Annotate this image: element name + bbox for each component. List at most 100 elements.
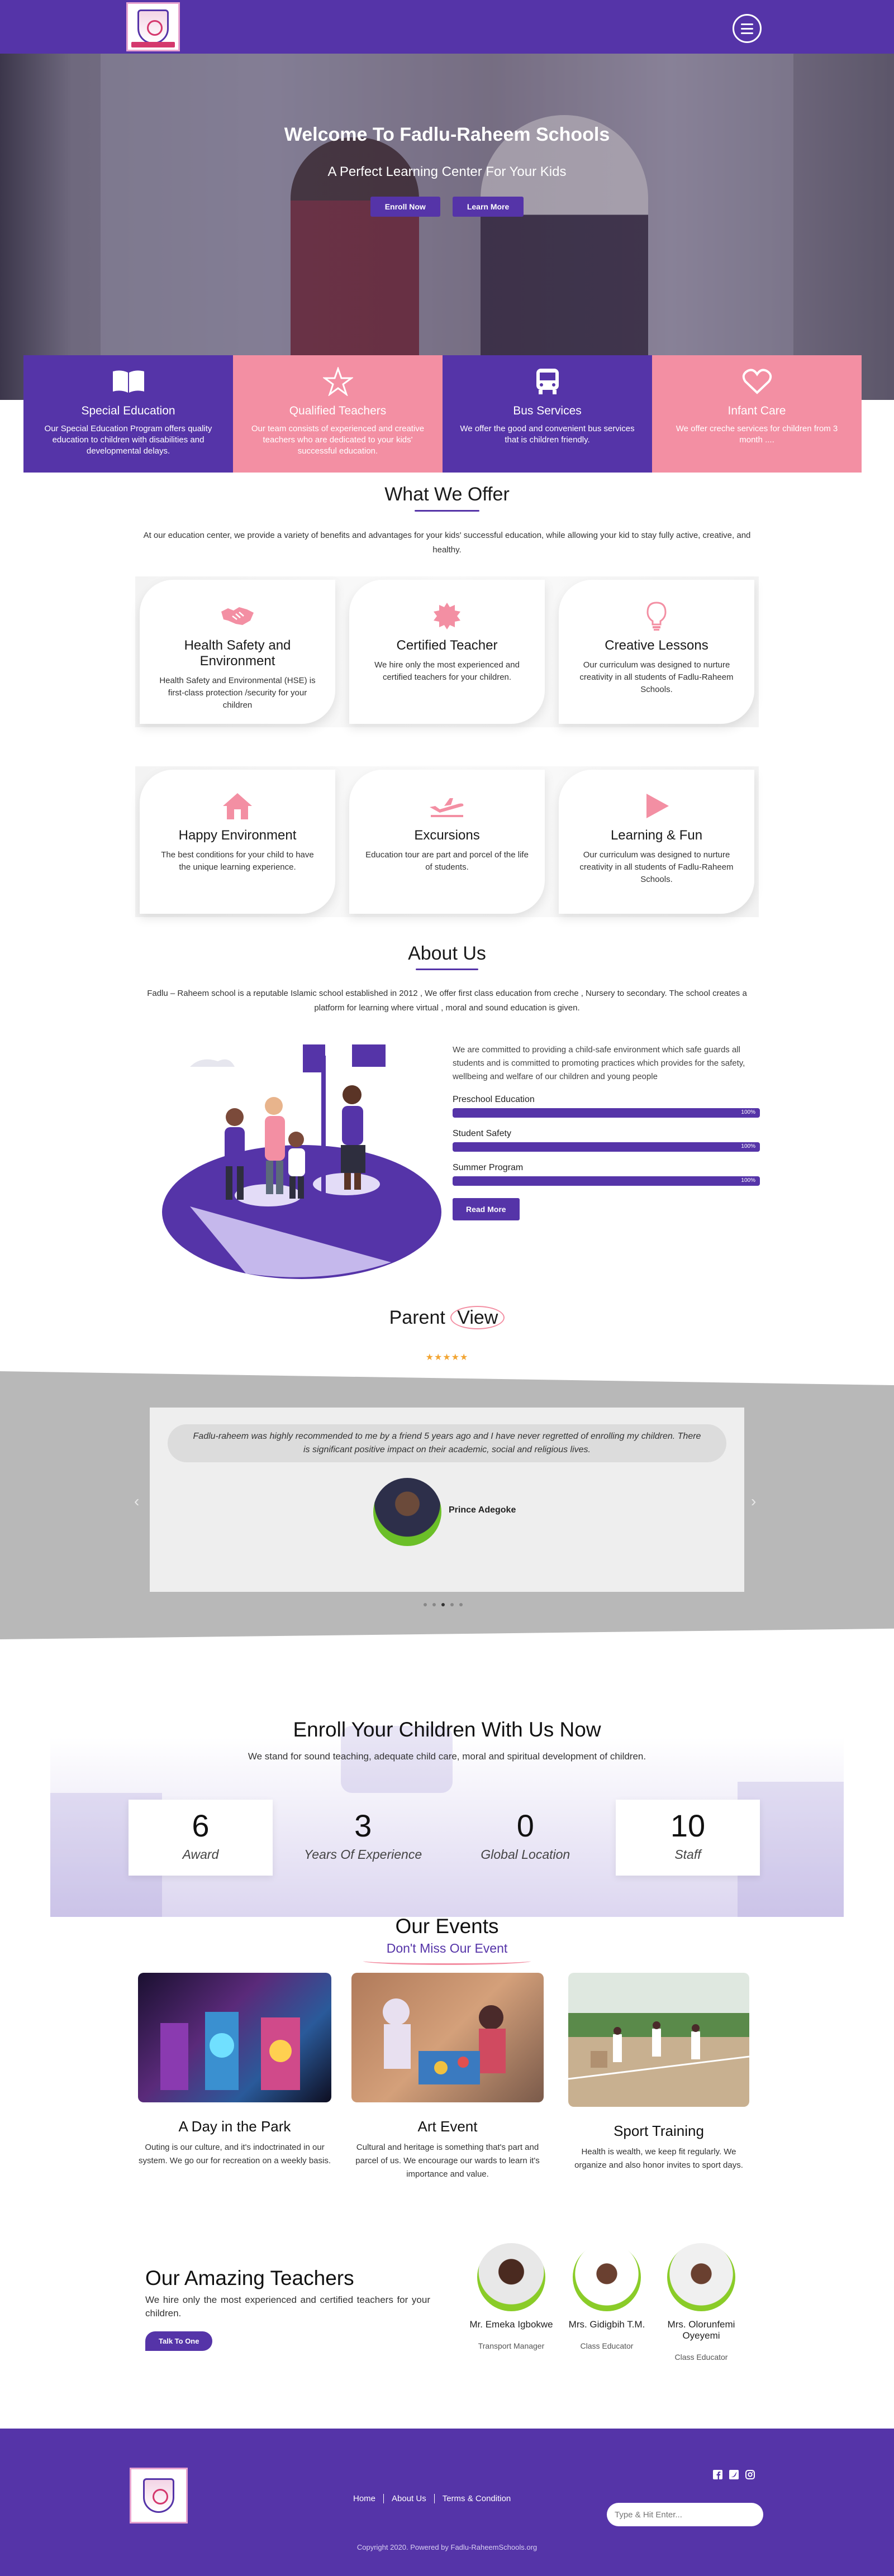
enroll-now-button[interactable]: Enroll Now: [370, 197, 440, 217]
site-footer: Home About Us Terms & Condition Copyrigh…: [0, 2429, 894, 2576]
heart-icon: [665, 366, 848, 397]
offer-card-title: Excursions: [414, 828, 480, 843]
about-intro: Fadlu – Raheem school is a reputable Isl…: [147, 989, 747, 1013]
event-title: Art Event: [417, 2118, 478, 2135]
offer-card-text: Health Safety and Environmental (HSE) is…: [159, 676, 316, 710]
hamburger-icon[interactable]: [733, 14, 762, 43]
skill-preschool: Preschool Education 100%: [453, 1095, 760, 1118]
footer-link-about[interactable]: About Us: [384, 2494, 435, 2503]
plane-icon: [364, 790, 530, 822]
offer-card-text: Education tour are part and porcel of th…: [365, 850, 529, 872]
offer-card-title: Certified Teacher: [396, 638, 498, 653]
offer-card-health[interactable]: Health Safety and Environment Health Saf…: [140, 580, 335, 724]
offer-card-excursions[interactable]: Excursions Education tour are part and p…: [349, 770, 545, 914]
feature-bus-services[interactable]: Bus Services We offer the good and conve…: [443, 355, 652, 473]
home-icon: [154, 790, 321, 822]
carousel-dot[interactable]: [450, 1603, 454, 1606]
logo-crest: [143, 2478, 174, 2513]
feature-text: Our team consists of experienced and cre…: [251, 424, 425, 456]
carousel-dot[interactable]: [441, 1603, 445, 1606]
footer-logo[interactable]: [130, 2468, 188, 2523]
offer-heading: What We Offer: [384, 484, 510, 505]
stat-label: Years Of Experience: [304, 1847, 422, 1862]
carousel-dot[interactable]: [432, 1603, 436, 1606]
skill-value: 100%: [741, 1177, 755, 1184]
skill-label: Summer Program: [453, 1163, 524, 1172]
offer-card-title: Happy Environment: [178, 828, 297, 843]
stat-number: 3: [354, 1808, 372, 1843]
avatar: [373, 1478, 441, 1546]
stat-label: Staff: [674, 1847, 701, 1862]
star-icon: [246, 366, 429, 397]
instagram-icon[interactable]: [745, 2470, 755, 2479]
skill-progress-bar: 100%: [453, 1108, 760, 1118]
talk-to-one-button[interactable]: Talk To One: [145, 2331, 213, 2351]
stats-row: 6 Award 3 Years Of Experience 0 Global L…: [129, 1800, 760, 1876]
parent-heading-b: View: [450, 1306, 505, 1329]
skill-summer: Summer Program 100%: [453, 1163, 760, 1186]
teacher-role: Transport Manager: [478, 2341, 545, 2350]
event-park[interactable]: A Day in the Park Outing is our culture,…: [138, 1973, 331, 2168]
feature-boxes: Special Education Our Special Education …: [23, 355, 862, 473]
offer-card-title: Learning & Fun: [610, 828, 703, 843]
hero-banner: [0, 54, 894, 400]
stat-experience: 3 Years Of Experience: [291, 1800, 435, 1876]
carousel-prev-icon[interactable]: ‹: [134, 1492, 139, 1510]
event-text: Cultural and heritage is something that'…: [355, 2143, 540, 2179]
teacher-name: Mrs. Olorunfemi Oyeyemi: [667, 2319, 735, 2341]
read-more-button[interactable]: Read More: [453, 1198, 520, 1220]
learn-more-button[interactable]: Learn More: [452, 197, 524, 217]
footer-link-terms[interactable]: Terms & Condition: [435, 2494, 519, 2503]
teacher-photo: [667, 2243, 735, 2311]
offer-card-creative[interactable]: Creative Lessons Our curriculum was desi…: [559, 580, 754, 724]
stat-label: Global Location: [481, 1847, 570, 1862]
teacher-role: Class Educator: [580, 2341, 634, 2350]
events-heading: Our Events: [395, 1915, 499, 1938]
skill-value: 100%: [741, 1109, 755, 1115]
teacher-name: Mrs. Gidigbih T.M.: [568, 2319, 645, 2330]
teacher-card[interactable]: Mrs. Olorunfemi Oyeyemi Class Educator: [657, 2243, 746, 2363]
skill-safety: Student Safety 100%: [453, 1129, 760, 1152]
teacher-role: Class Educator: [674, 2353, 728, 2362]
offer-card-happy[interactable]: Happy Environment The best conditions fo…: [140, 770, 335, 914]
offer-card-text: Our curriculum was designed to nurture c…: [579, 850, 734, 884]
offer-card-certified[interactable]: Certified Teacher We hire only the most …: [349, 580, 545, 724]
event-text: Outing is our culture, and it's indoctri…: [138, 2143, 331, 2165]
event-photo: [568, 1973, 749, 2107]
event-art[interactable]: Art Event Cultural and heritage is somet…: [351, 1973, 544, 2181]
stat-number: 0: [516, 1808, 534, 1843]
school-logo[interactable]: [126, 2, 180, 51]
handshake-icon: [154, 600, 321, 632]
carousel-dot[interactable]: [424, 1603, 427, 1606]
offer-card-text: We hire only the most experienced and ce…: [374, 660, 520, 682]
event-sport[interactable]: Sport Training Health is wealth, we keep…: [568, 1973, 749, 2172]
site-header: [0, 0, 894, 54]
facebook-icon[interactable]: [713, 2470, 722, 2479]
twitter-icon[interactable]: [729, 2470, 739, 2479]
teacher-card[interactable]: Mr. Emeka Igbokwe Transport Manager: [467, 2243, 556, 2351]
rating-stars: ★★★★★: [425, 1353, 469, 1362]
parent-heading: Parent View: [0, 1306, 894, 1329]
offer-card-learning[interactable]: Learning & Fun Our curriculum was design…: [559, 770, 754, 914]
stat-number: 10: [670, 1808, 706, 1843]
skill-progress-bar: 100%: [453, 1142, 760, 1152]
footer-link-home[interactable]: Home: [352, 2494, 384, 2503]
teacher-card[interactable]: Mrs. Gidigbih T.M. Class Educator: [562, 2243, 652, 2351]
feature-special-education[interactable]: Special Education Our Special Education …: [23, 355, 233, 473]
footer-search-input[interactable]: [607, 2503, 763, 2526]
feature-infant-care[interactable]: Infant Care We offer creche services for…: [652, 355, 862, 473]
offer-heading-underline: [415, 510, 479, 512]
hero-subtitle: A Perfect Learning Center For Your Kids: [327, 164, 567, 179]
teacher-photo: [573, 2243, 641, 2311]
events-subtitle: Don't Miss Our Event: [386, 1941, 508, 1955]
event-title: A Day in the Park: [178, 2118, 291, 2135]
offer-intro: At our education center, we provide a va…: [143, 531, 751, 555]
carousel-dot[interactable]: [459, 1603, 463, 1606]
carousel-next-icon[interactable]: ›: [751, 1492, 756, 1510]
teacher-photo: [477, 2243, 545, 2311]
social-links: [713, 2470, 755, 2479]
stat-number: 6: [192, 1808, 210, 1843]
feature-qualified-teachers[interactable]: Qualified Teachers Our team consists of …: [233, 355, 443, 473]
offer-row-1: Health Safety and Environment Health Saf…: [140, 580, 754, 724]
feature-title: Qualified Teachers: [289, 404, 387, 417]
